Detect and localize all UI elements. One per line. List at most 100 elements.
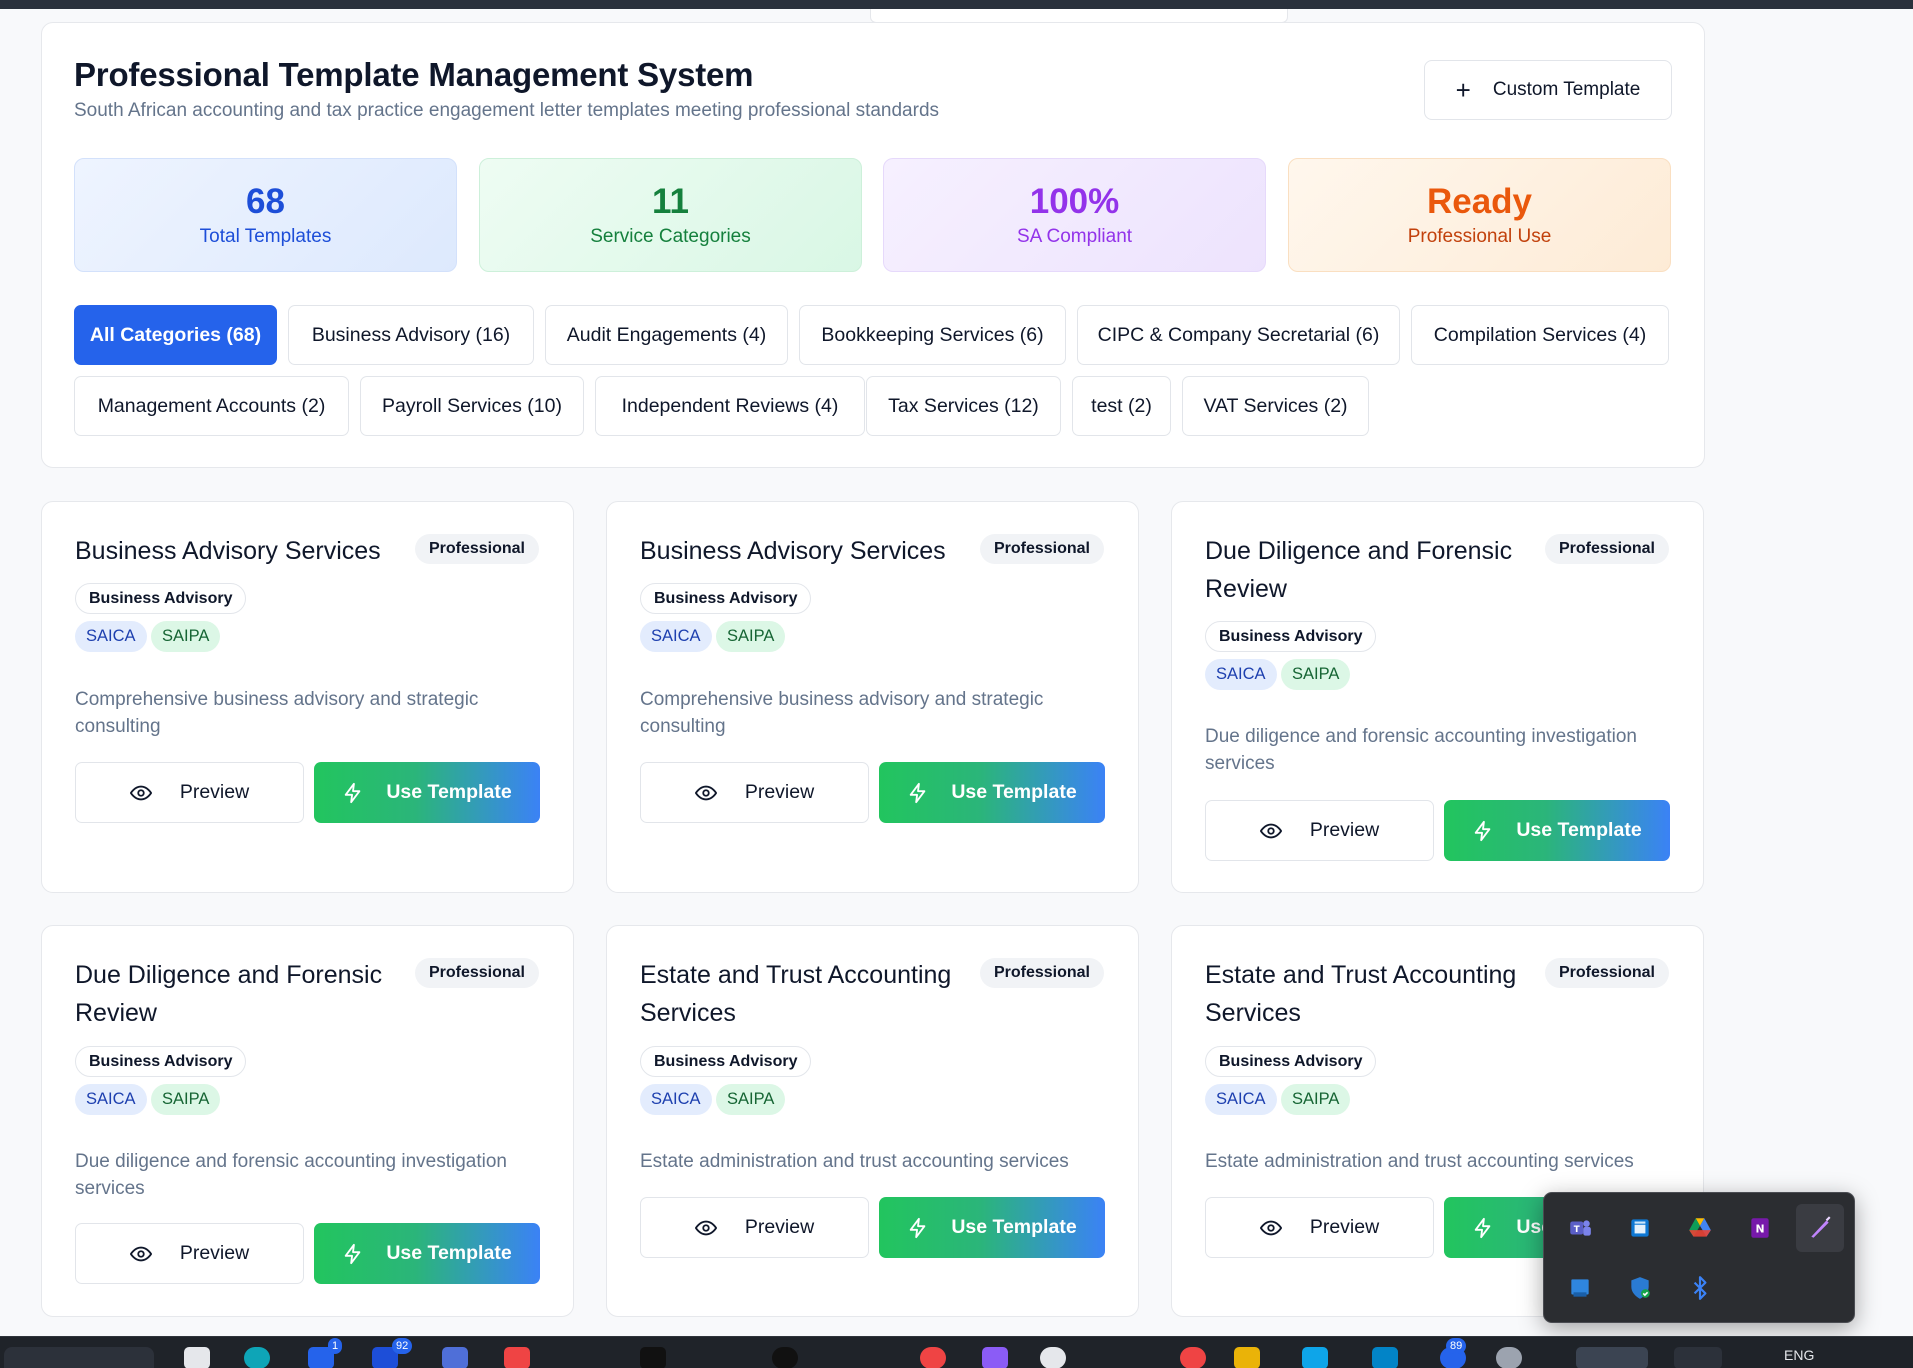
tray-overflow-popup: T N	[1543, 1192, 1855, 1323]
category-chip-payroll[interactable]: Payroll Services (10)	[360, 376, 584, 436]
category-badge: Business Advisory	[75, 583, 247, 614]
preview-button[interactable]: Preview	[640, 762, 869, 823]
stat-label: Service Categories	[590, 226, 751, 248]
plus-icon: +	[1455, 75, 1471, 105]
app-icon[interactable]	[772, 1347, 798, 1368]
saica-tag: SAICA	[75, 1084, 147, 1115]
category-chip-independent-reviews[interactable]: Independent Reviews (4)	[595, 376, 865, 436]
teams-icon[interactable]: T	[1556, 1204, 1604, 1252]
notification-badge: 89	[1446, 1338, 1467, 1354]
template-title: Due Diligence and Forensic Review	[75, 961, 383, 1027]
category-chip-compilation[interactable]: Compilation Services (4)	[1411, 305, 1669, 365]
template-card: Business Advisory Services Professional …	[606, 501, 1139, 893]
template-description: Estate administration and trust accounti…	[640, 1151, 1069, 1172]
preview-button[interactable]: Preview	[640, 1197, 869, 1258]
page-title: Professional Template Management System	[74, 56, 754, 93]
use-template-button[interactable]: Use Template	[879, 762, 1105, 823]
stat-total-templates: 68 Total Templates	[74, 158, 457, 272]
category-badge: Business Advisory	[640, 583, 812, 614]
calendar-icon[interactable]	[1302, 1347, 1328, 1368]
use-template-button[interactable]: Use Template	[314, 762, 540, 823]
professional-badge: Professional	[1544, 534, 1669, 564]
template-card: Due Diligence and Forensic Review Profes…	[1171, 501, 1704, 893]
saica-tag: SAICA	[1205, 1084, 1277, 1115]
category-badge: Business Advisory	[1205, 621, 1377, 652]
stat-value: Ready	[1426, 181, 1533, 221]
folder-icon[interactable]	[1234, 1347, 1260, 1368]
chrome-profile-icon[interactable]	[1180, 1347, 1206, 1368]
category-chip-vat[interactable]: VAT Services (2)	[1182, 376, 1369, 436]
saica-tag: SAICA	[75, 621, 147, 652]
eye-icon	[1259, 1217, 1282, 1239]
template-title: Due Diligence and Forensic Review	[1205, 537, 1513, 603]
template-title: Estate and Trust Accounting Services	[1205, 961, 1517, 1027]
edge-icon[interactable]	[244, 1347, 270, 1368]
outlook-icon[interactable]	[1616, 1204, 1664, 1252]
lightning-icon	[907, 1217, 929, 1239]
use-template-label: Use Template	[386, 781, 512, 803]
category-chip-test[interactable]: test (2)	[1072, 376, 1171, 436]
chrome-icon[interactable]	[920, 1347, 946, 1368]
category-chip-bookkeeping[interactable]: Bookkeeping Services (6)	[799, 305, 1066, 365]
saipa-tag: SAIPA	[716, 621, 786, 652]
lightning-icon	[342, 782, 364, 804]
clock-icon[interactable]	[1040, 1347, 1066, 1368]
stat-value: 100%	[1029, 181, 1120, 221]
mail-badge: 1	[328, 1338, 343, 1354]
saipa-tag: SAIPA	[151, 1084, 221, 1115]
preview-label: Preview	[1309, 819, 1380, 841]
category-chip-cipc[interactable]: CIPC & Company Secretarial (6)	[1077, 305, 1400, 365]
top-tab-edge	[870, 9, 1288, 23]
category-chip-business-advisory[interactable]: Business Advisory (16)	[288, 305, 534, 365]
lightning-icon	[907, 782, 929, 804]
category-chip-all[interactable]: All Categories (68)	[74, 305, 277, 365]
taskbar-search-box[interactable]	[4, 1347, 154, 1368]
browser-top-bar	[0, 0, 1913, 9]
use-template-button[interactable]: Use Template	[314, 1223, 540, 1284]
professional-badge: Professional	[979, 958, 1104, 988]
stat-sa-compliant: 100% SA Compliant	[883, 158, 1266, 272]
template-title: Business Advisory Services	[640, 537, 946, 565]
custom-template-button[interactable]: + Custom Template	[1424, 60, 1672, 120]
use-template-button[interactable]: Use Template	[879, 1197, 1105, 1258]
use-template-button[interactable]: Use Template	[1444, 800, 1670, 861]
template-title: Business Advisory Services	[75, 537, 381, 565]
security-shield-icon[interactable]	[1616, 1264, 1664, 1312]
store-icon[interactable]	[442, 1347, 468, 1368]
category-chip-audit[interactable]: Audit Engagements (4)	[545, 305, 788, 365]
template-description: Comprehensive business advisory and stra…	[640, 689, 1044, 737]
windows-update-icon[interactable]	[1556, 1264, 1604, 1312]
use-template-label: Use Template	[1516, 819, 1642, 841]
outlook-badge: 92	[392, 1338, 413, 1354]
file-explorer-icon[interactable]	[184, 1347, 210, 1368]
stat-label: Professional Use	[1407, 226, 1552, 248]
eye-icon	[129, 782, 152, 804]
page-subtitle: South African accounting and tax practic…	[74, 100, 940, 121]
category-chip-management-accounts[interactable]: Management Accounts (2)	[74, 376, 349, 436]
category-chip-tax[interactable]: Tax Services (12)	[866, 376, 1061, 436]
stat-label: Total Templates	[199, 226, 332, 248]
pen-icon[interactable]	[1796, 1204, 1844, 1252]
bluetooth-icon[interactable]	[1676, 1264, 1724, 1312]
preview-button[interactable]: Preview	[75, 762, 304, 823]
template-description: Due diligence and forensic accounting in…	[75, 1151, 507, 1199]
vscode-active-icon[interactable]	[1576, 1347, 1648, 1368]
language-indicator[interactable]: ENG	[1784, 1347, 1814, 1363]
taskbar: 1 92 89 ENG	[0, 1336, 1913, 1368]
onenote-icon[interactable]: N	[1736, 1204, 1784, 1252]
office-icon[interactable]	[504, 1347, 530, 1368]
category-badge: Business Advisory	[640, 1046, 812, 1077]
terminal-icon[interactable]	[640, 1347, 666, 1368]
profile-icon[interactable]	[1496, 1347, 1522, 1368]
google-drive-icon[interactable]	[1676, 1204, 1724, 1252]
teams-taskbar-icon[interactable]	[1372, 1347, 1398, 1368]
template-card: Estate and Trust Accounting Services Pro…	[606, 925, 1139, 1317]
preview-button[interactable]: Preview	[1205, 1197, 1434, 1258]
preview-button[interactable]: Preview	[1205, 800, 1434, 861]
show-hidden-icons-button[interactable]	[1674, 1347, 1722, 1368]
preview-button[interactable]: Preview	[75, 1223, 304, 1284]
preview-label: Preview	[744, 781, 815, 803]
template-title: Estate and Trust Accounting Services	[640, 961, 952, 1027]
pen-taskbar-icon[interactable]	[982, 1347, 1008, 1368]
svg-text:T: T	[1574, 1225, 1580, 1235]
